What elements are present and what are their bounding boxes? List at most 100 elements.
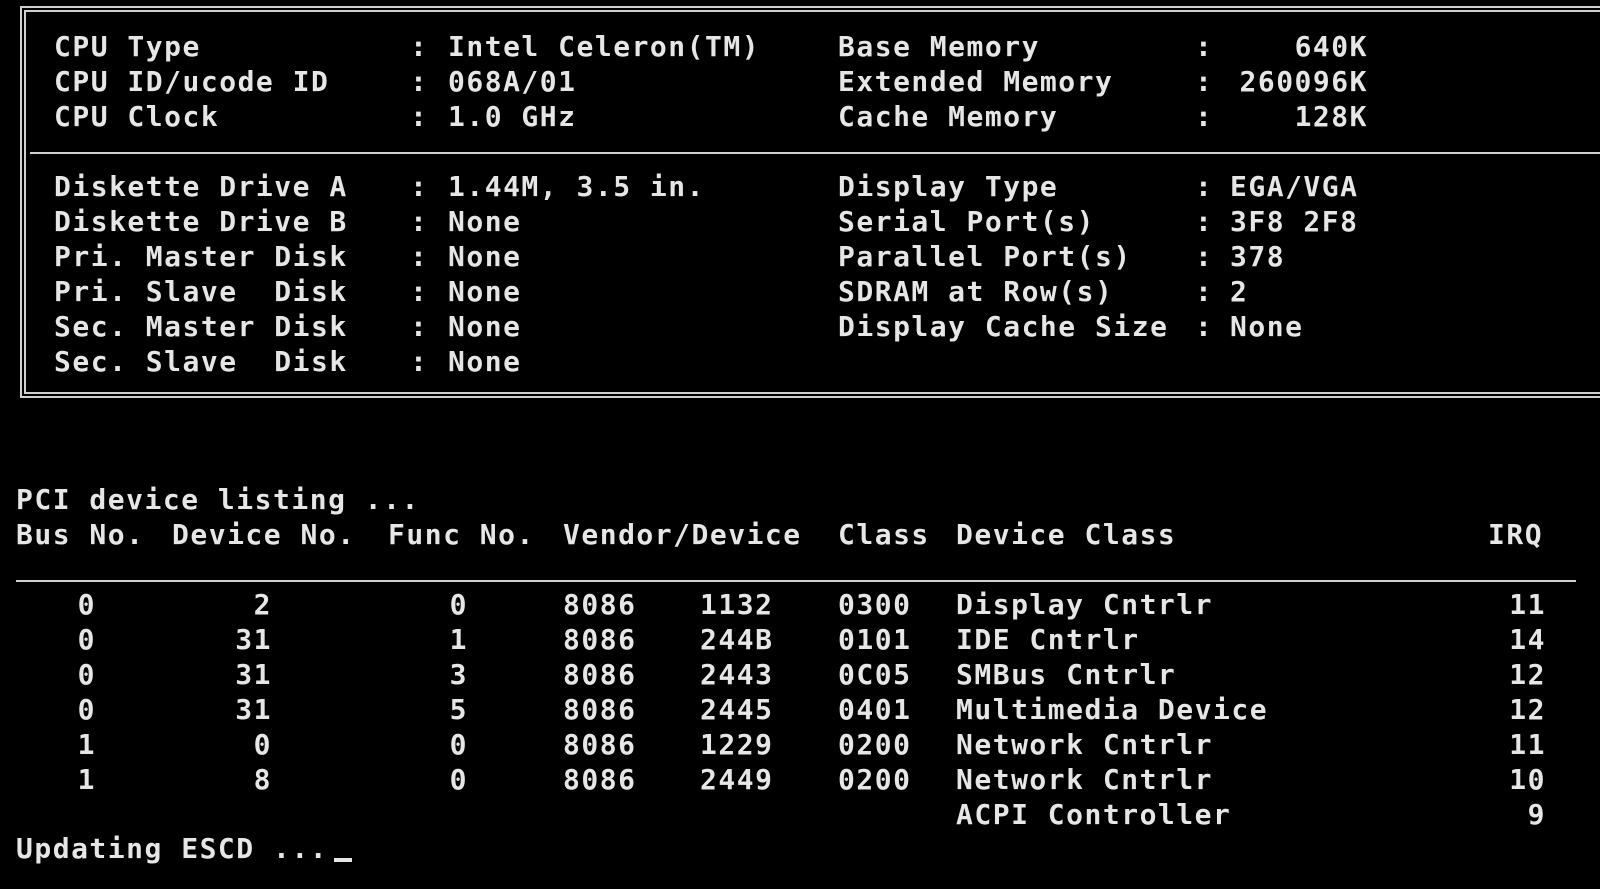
separator: : — [1195, 30, 1214, 63]
vendor-id-cell: 8086 — [563, 588, 637, 621]
peripheral-label: Display Type — [838, 170, 1059, 203]
class-code-cell: 0401 — [838, 693, 912, 726]
pci-heading: PCI device listing ... — [16, 483, 420, 516]
func-no-cell: 0 — [449, 588, 468, 621]
device-class-cell: Multimedia Device — [956, 693, 1269, 726]
cpu-type-value: Intel Celeron(TM) — [448, 30, 761, 63]
separator: : — [410, 205, 429, 238]
extended-memory-label: Extended Memory — [838, 65, 1114, 98]
device-class-cell: Network Cntrlr — [956, 763, 1214, 796]
irq-cell: 11 — [1509, 588, 1546, 621]
peripheral-value: 378 — [1230, 240, 1286, 273]
peripheral-label: Display Cache Size — [838, 310, 1169, 343]
device-class-cell: Display Cntrlr — [956, 588, 1214, 621]
irq-cell: 12 — [1509, 658, 1546, 691]
status-message: Updating ESCD ... — [16, 832, 329, 865]
device-class-cell: ACPI Controller — [956, 798, 1232, 831]
func-no-cell: 0 — [449, 728, 468, 761]
device-id-cell: 1229 — [700, 728, 774, 761]
separator: : — [410, 65, 429, 98]
cpu-clock-value: 1.0 GHz — [448, 100, 577, 133]
header-func: Func No. — [388, 518, 535, 551]
vendor-id-cell: 8086 — [563, 728, 637, 761]
separator: : — [410, 310, 429, 343]
device-id-cell: 2449 — [700, 763, 774, 796]
class-code-cell: 0C05 — [838, 658, 912, 691]
cache-memory-label: Cache Memory — [838, 100, 1059, 133]
class-code-cell: 0200 — [838, 763, 912, 796]
text-cursor — [334, 832, 353, 862]
bus-no-cell: 1 — [77, 728, 96, 761]
cpu-id-value: 068A/01 — [448, 65, 577, 98]
func-no-cell: 1 — [449, 623, 468, 656]
cpu-id-label: CPU ID/ucode ID — [54, 65, 330, 98]
drive-value: None — [448, 345, 522, 378]
separator: : — [1195, 205, 1214, 238]
peripheral-value: 2 — [1230, 275, 1249, 308]
summary-divider — [30, 152, 1600, 154]
device-id-cell: 2445 — [700, 693, 774, 726]
vendor-id-cell: 8086 — [563, 693, 637, 726]
separator: : — [1195, 100, 1214, 133]
table-divider — [16, 580, 1576, 582]
status-line: Updating ESCD ... — [16, 831, 353, 866]
device-no-cell: 8 — [253, 763, 272, 796]
drive-label: Pri. Master Disk — [54, 240, 348, 273]
separator: : — [410, 100, 429, 133]
extended-memory-value: 260096K — [1239, 65, 1368, 98]
device-no-cell: 31 — [235, 693, 272, 726]
separator: : — [410, 275, 429, 308]
header-class: Class — [838, 518, 930, 551]
vendor-id-cell: 8086 — [563, 623, 637, 656]
device-id-cell: 1132 — [700, 588, 774, 621]
bus-no-cell: 1 — [77, 763, 96, 796]
peripheral-label: SDRAM at Row(s) — [838, 275, 1114, 308]
drive-value: 1.44M, 3.5 in. — [448, 170, 706, 203]
drive-value: None — [448, 275, 522, 308]
drive-label: Sec. Master Disk — [54, 310, 348, 343]
drive-label: Pri. Slave Disk — [54, 275, 348, 308]
device-no-cell: 0 — [253, 728, 272, 761]
device-class-cell: Network Cntrlr — [956, 728, 1214, 761]
drive-value: None — [448, 240, 522, 273]
bus-no-cell: 0 — [77, 693, 96, 726]
separator: : — [1195, 170, 1214, 203]
separator: : — [410, 240, 429, 273]
bus-no-cell: 0 — [77, 588, 96, 621]
class-code-cell: 0200 — [838, 728, 912, 761]
header-bus: Bus No. — [16, 518, 145, 551]
class-code-cell: 0101 — [838, 623, 912, 656]
peripheral-value: EGA/VGA — [1230, 170, 1359, 203]
separator: : — [410, 345, 429, 378]
cpu-type-label: CPU Type — [54, 30, 201, 63]
device-id-cell: 244B — [700, 623, 774, 656]
device-no-cell: 2 — [253, 588, 272, 621]
header-irq: IRQ — [1488, 518, 1544, 551]
bios-post-screen: CPU Type : Intel Celeron(TM) CPU ID/ucod… — [0, 0, 1600, 889]
func-no-cell: 3 — [449, 658, 468, 691]
base-memory-value: 640K — [1294, 30, 1368, 63]
drive-label: Sec. Slave Disk — [54, 345, 348, 378]
separator: : — [1195, 240, 1214, 273]
cpu-clock-label: CPU Clock — [54, 100, 220, 133]
func-no-cell: 5 — [449, 693, 468, 726]
device-class-cell: SMBus Cntrlr — [956, 658, 1177, 691]
drive-value: None — [448, 310, 522, 343]
vendor-id-cell: 8086 — [563, 658, 637, 691]
bus-no-cell: 0 — [77, 658, 96, 691]
drive-label: Diskette Drive B — [54, 205, 348, 238]
separator: : — [1195, 275, 1214, 308]
device-class-cell: IDE Cntrlr — [956, 623, 1140, 656]
device-no-cell: 31 — [235, 623, 272, 656]
device-no-cell: 31 — [235, 658, 272, 691]
device-id-cell: 2443 — [700, 658, 774, 691]
header-device: Device No. — [172, 518, 356, 551]
irq-cell: 14 — [1509, 623, 1546, 656]
peripheral-label: Parallel Port(s) — [838, 240, 1132, 273]
separator: : — [410, 30, 429, 63]
irq-cell: 9 — [1527, 798, 1546, 831]
header-vendor-device: Vendor/Device — [563, 518, 802, 551]
peripheral-value: 3F8 2F8 — [1230, 205, 1359, 238]
base-memory-label: Base Memory — [838, 30, 1040, 63]
func-no-cell: 0 — [449, 763, 468, 796]
